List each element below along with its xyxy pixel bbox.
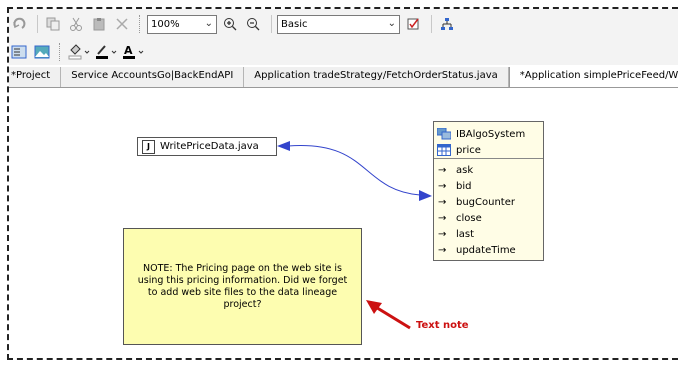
member-row[interactable]: → ask (434, 162, 543, 178)
class-members: → ask → bid → bugCounter → close → last → upda… (434, 159, 543, 258)
class-field-label: price (456, 144, 481, 156)
text-note-annotation: Text note (416, 320, 469, 331)
toolbar: 100% ⌄ Basic ⌄ A (9, 9, 678, 65)
member-row[interactable]: → updateTime (434, 242, 543, 258)
cut-icon[interactable] (66, 14, 86, 34)
document-tabs: *Project Service AccountsGo|BackEndAPI A… (9, 67, 678, 88)
toolbar-grip (59, 43, 63, 61)
member-label: close (456, 212, 482, 224)
java-file-node[interactable]: J WritePriceData.java (137, 137, 277, 156)
arrow-right-icon: → (438, 212, 447, 224)
member-label: bid (456, 180, 472, 192)
member-row[interactable]: → close (434, 210, 543, 226)
svg-text:A: A (124, 44, 133, 57)
arrow-right-icon: → (438, 164, 447, 176)
toolbar-grip (139, 15, 143, 33)
tab-fetch-order-status[interactable]: Application tradeStrategy/FetchOrderStat… (244, 67, 509, 87)
toolbar-separator (271, 15, 272, 33)
fill-color-icon[interactable] (67, 42, 91, 62)
table-icon (437, 144, 451, 156)
arrow-right-icon: → (438, 180, 447, 192)
class-name-row: IBAlgoSystem (434, 126, 543, 142)
redo-icon[interactable] (9, 14, 29, 34)
class-icon (437, 128, 451, 140)
member-row[interactable]: → last (434, 226, 543, 242)
zoom-in-icon[interactable] (220, 14, 240, 34)
apply-layout-icon[interactable] (403, 14, 423, 34)
font-color-icon[interactable]: A (121, 42, 145, 62)
paste-icon[interactable] (89, 14, 109, 34)
line-color-icon[interactable] (94, 42, 118, 62)
class-field-row: price (434, 142, 543, 158)
zoom-select[interactable]: 100% ⌄ (147, 14, 217, 34)
toolbar-separator (37, 15, 38, 33)
tab-project[interactable]: *Project (9, 67, 62, 87)
layout-select[interactable]: Basic ⌄ (277, 14, 400, 34)
text-note[interactable]: NOTE: The Pricing page on the web site i… (123, 228, 362, 345)
member-label: bugCounter (456, 196, 515, 208)
java-file-label: WritePriceData.java (160, 141, 259, 152)
chevron-down-icon: ⌄ (387, 17, 396, 29)
toolbar-row-2: A (9, 39, 148, 65)
toolbar-row-1: 100% ⌄ Basic ⌄ (9, 11, 460, 37)
zoom-out-icon[interactable] (243, 14, 263, 34)
member-label: ask (456, 164, 474, 176)
member-label: last (456, 228, 475, 240)
class-name: IBAlgoSystem (456, 128, 526, 140)
member-row[interactable]: → bid (434, 178, 543, 194)
tab-write-price-data[interactable]: *Application simplePriceFeed/WritePriceD… (508, 67, 678, 87)
java-file-icon: J (142, 139, 155, 154)
arrow-right-icon: → (438, 244, 447, 256)
class-node[interactable]: IBAlgoSystem price → ask → bid → bugCounter… (433, 121, 544, 261)
arrow-right-icon: → (438, 228, 447, 240)
image-icon[interactable] (32, 42, 52, 62)
toolbar-separator (431, 15, 432, 33)
class-header: IBAlgoSystem price (434, 122, 543, 159)
arrange-icon[interactable] (437, 14, 457, 34)
zoom-value: 100% (151, 18, 180, 30)
layout-value: Basic (281, 18, 308, 30)
copy-icon[interactable] (43, 14, 63, 34)
arrow-right-icon: → (438, 196, 447, 208)
chevron-down-icon: ⌄ (204, 17, 213, 29)
tab-service-accountsgo[interactable]: Service AccountsGo|BackEndAPI (61, 67, 245, 87)
member-label: updateTime (456, 244, 516, 256)
delete-icon[interactable] (112, 14, 132, 34)
note-text: NOTE: The Pricing page on the web site i… (137, 262, 348, 310)
text-box-icon[interactable] (9, 42, 29, 62)
member-row[interactable]: → bugCounter (434, 194, 543, 210)
